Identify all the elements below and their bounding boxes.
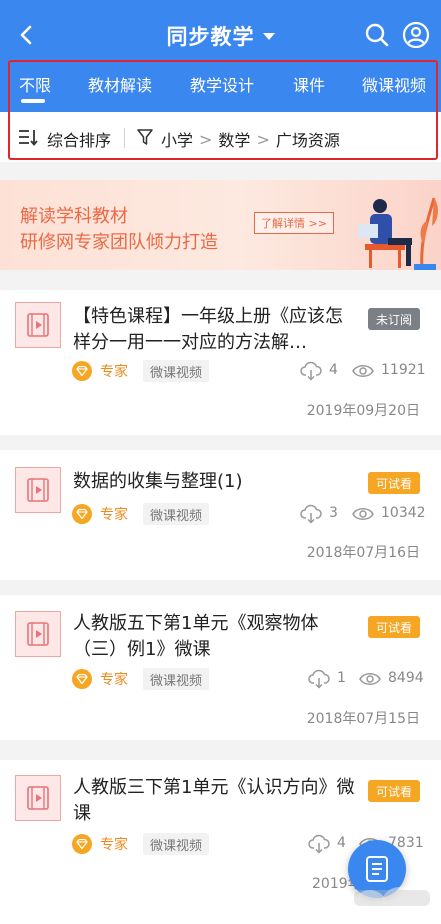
author-label: 专家 bbox=[100, 672, 128, 688]
item-title[interactable]: 数据的收集与整理(1) bbox=[73, 469, 358, 495]
download-count: 3 bbox=[329, 505, 338, 521]
crumb-separator: > bbox=[256, 129, 270, 149]
breadcrumb[interactable]: 小学 > 数学 > 广场资源 bbox=[161, 127, 340, 151]
publish-date: 2019年09月20日 bbox=[306, 403, 420, 419]
video-thumbnail-icon bbox=[15, 611, 61, 657]
author-label: 专家 bbox=[100, 837, 128, 853]
tab-all[interactable]: 不限 bbox=[19, 72, 51, 96]
funnel-icon[interactable] bbox=[136, 128, 154, 146]
diamond-icon bbox=[72, 361, 92, 381]
page-title: 同步教学 bbox=[166, 25, 255, 49]
diamond-icon bbox=[72, 504, 92, 524]
user-icon[interactable] bbox=[402, 21, 430, 49]
download-count: 4 bbox=[337, 835, 346, 851]
cloud-download-icon bbox=[308, 669, 330, 689]
list-item[interactable]: 【特色课程】一年级上册《应该怎样分一用一一对应的方法解… 未订阅 专家 微课视频… bbox=[0, 290, 441, 435]
type-tag: 微课视频 bbox=[143, 503, 210, 525]
video-thumbnail-icon bbox=[15, 302, 61, 348]
banner-headline: 解读学科教材 bbox=[20, 206, 128, 227]
status-badge: 未订阅 bbox=[368, 308, 420, 330]
tab-courseware[interactable]: 课件 bbox=[293, 72, 325, 96]
cloud-download-icon bbox=[308, 834, 330, 854]
crumb-separator: > bbox=[199, 129, 213, 149]
item-title[interactable]: 人教版五下第1单元《观察物体（三）例1》微课 bbox=[73, 611, 358, 663]
chevron-down-icon bbox=[262, 32, 275, 40]
publish-date: 2018年07月16日 bbox=[306, 545, 420, 561]
banner-more-button[interactable]: 了解详情 >> bbox=[254, 212, 334, 234]
document-list-icon bbox=[366, 856, 388, 882]
crumb-level: 小学 bbox=[161, 131, 194, 150]
tab-micro-video[interactable]: 微课视频 bbox=[362, 72, 426, 96]
cloud-download-icon bbox=[300, 504, 322, 524]
status-badge: 可试看 bbox=[368, 472, 420, 494]
banner-illustration bbox=[358, 197, 438, 270]
watermark-text: www.kkx.net bbox=[368, 908, 441, 921]
search-icon[interactable] bbox=[364, 22, 390, 48]
type-tag: 微课视频 bbox=[143, 833, 210, 855]
item-title[interactable]: 人教版三下第1单元《认识方向》微课 bbox=[73, 775, 358, 827]
video-thumbnail-icon bbox=[15, 775, 61, 821]
author-label: 专家 bbox=[100, 364, 128, 380]
sort-label[interactable]: 综合排序 bbox=[47, 127, 111, 151]
view-count: 10342 bbox=[381, 505, 426, 521]
active-tab-indicator bbox=[21, 99, 45, 103]
item-title[interactable]: 【特色课程】一年级上册《应该怎样分一用一一对应的方法解… bbox=[73, 304, 358, 356]
status-badge: 可试看 bbox=[368, 780, 420, 802]
crumb-subject: 数学 bbox=[218, 131, 251, 150]
list-item[interactable]: 数据的收集与整理(1) 可试看 专家 微课视频 3 10342 2018年07月… bbox=[0, 450, 441, 580]
view-count: 11921 bbox=[381, 362, 426, 378]
publish-date: 2018年07月15日 bbox=[306, 711, 420, 727]
eye-icon bbox=[352, 508, 374, 520]
view-count: 8494 bbox=[388, 670, 424, 686]
type-tag: 微课视频 bbox=[143, 668, 210, 690]
eye-icon bbox=[359, 673, 381, 685]
type-tag: 微课视频 bbox=[143, 360, 210, 382]
sort-icon[interactable] bbox=[18, 128, 38, 146]
banner-subheadline: 研修网专家团队倾力打造 bbox=[20, 232, 218, 253]
tab-lesson-design[interactable]: 教学设计 bbox=[190, 72, 254, 96]
cloud-download-icon bbox=[300, 361, 322, 381]
diamond-icon bbox=[72, 669, 92, 689]
divider bbox=[124, 128, 125, 148]
download-count: 1 bbox=[337, 670, 346, 686]
filter-bar: 综合排序 小学 > 数学 > 广场资源 bbox=[0, 112, 441, 162]
crumb-source: 广场资源 bbox=[275, 131, 340, 150]
diamond-icon bbox=[72, 834, 92, 854]
video-thumbnail-icon bbox=[15, 467, 61, 513]
status-badge: 可试看 bbox=[368, 616, 420, 638]
download-count: 4 bbox=[329, 362, 338, 378]
eye-icon bbox=[352, 365, 374, 377]
tab-textbook-reading[interactable]: 教材解读 bbox=[88, 72, 152, 96]
promo-banner[interactable]: 解读学科教材 研修网专家团队倾力打造 了解详情 >> bbox=[0, 180, 441, 270]
author-label: 专家 bbox=[100, 507, 128, 523]
list-item[interactable]: 人教版五下第1单元《观察物体（三）例1》微课 可试看 专家 微课视频 1 849… bbox=[0, 595, 441, 740]
